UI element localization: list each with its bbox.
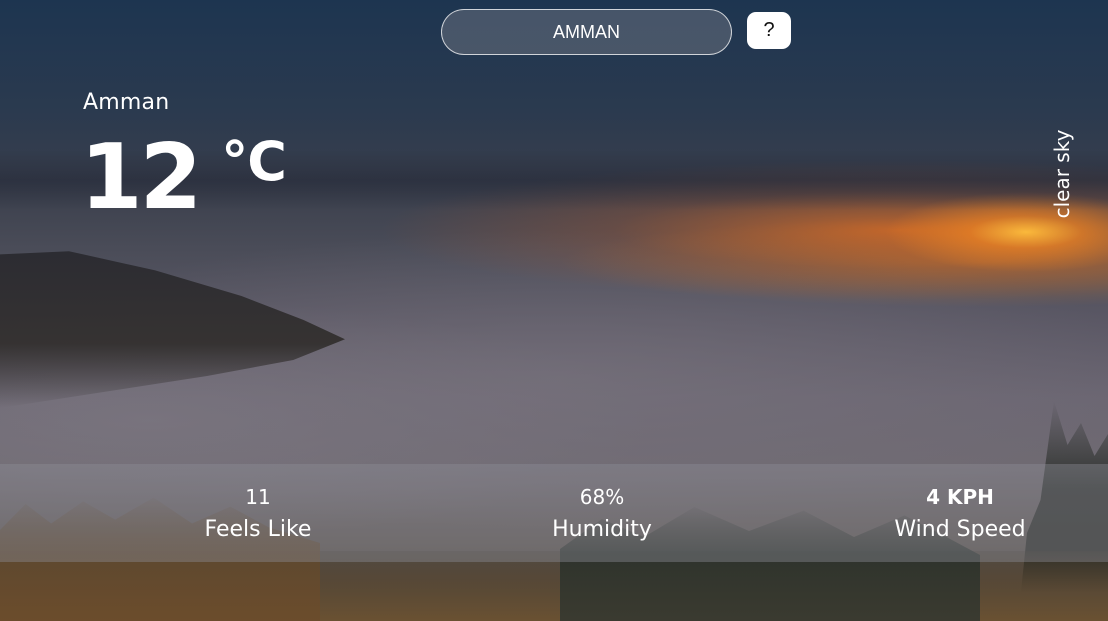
feels-like-value: 11 xyxy=(245,485,271,509)
stats-bar: 11 Feels Like 68% Humidity 4 KPH Wind Sp… xyxy=(0,464,1108,562)
help-button[interactable]: ? xyxy=(747,12,791,49)
wind-speed-label: Wind Speed xyxy=(894,517,1026,542)
background-hill xyxy=(0,251,345,408)
humidity-value: 68% xyxy=(579,485,625,509)
city-name: Amman xyxy=(83,90,170,115)
city-search-input[interactable] xyxy=(441,9,732,55)
temperature-unit: °C xyxy=(221,130,287,193)
wind-speed-value: 4 KPH xyxy=(926,485,994,509)
weather-condition: clear sky xyxy=(1050,129,1074,219)
feels-like-label: Feels Like xyxy=(204,517,312,542)
stat-humidity: 68% Humidity xyxy=(452,464,752,562)
temperature-display: 12 °C xyxy=(80,125,287,230)
stat-wind-speed: 4 KPH Wind Speed xyxy=(810,464,1108,562)
humidity-label: Humidity xyxy=(552,517,652,542)
temperature-value: 12 xyxy=(80,125,202,230)
weather-app: ? Amman 12 °C clear sky 11 Feels Like 68… xyxy=(0,0,1108,621)
stat-feels-like: 11 Feels Like xyxy=(108,464,408,562)
